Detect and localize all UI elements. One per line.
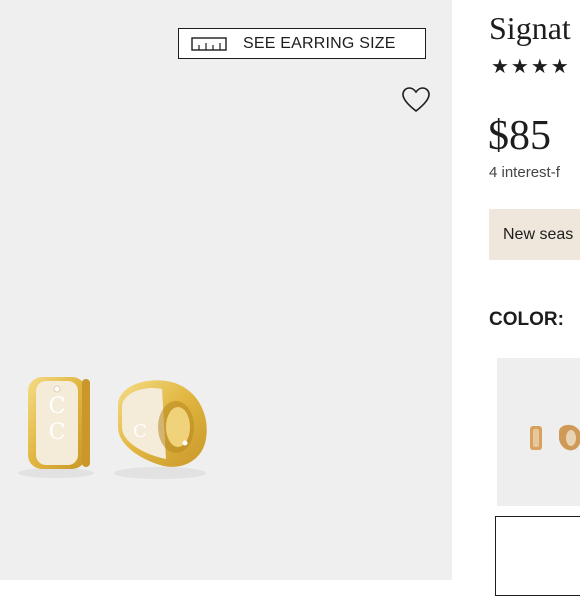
product-image-gallery: SEE EARRING SIZE C C C [0, 0, 452, 580]
promo-banner: New seas [489, 209, 580, 260]
svg-text:C: C [133, 421, 147, 442]
promo-text: New seas [503, 225, 574, 243]
wishlist-heart-icon[interactable] [401, 86, 431, 114]
see-earring-size-button[interactable]: SEE EARRING SIZE [178, 28, 426, 59]
product-title: Signat [489, 10, 571, 46]
installment-text[interactable]: 4 interest-f [489, 164, 560, 181]
rating-stars[interactable]: ★★★★ [491, 54, 571, 79]
color-swatch[interactable] [497, 358, 580, 506]
svg-text:C: C [49, 420, 66, 445]
earrings-product-image[interactable]: C C C [10, 365, 220, 490]
svg-text:C: C [49, 394, 66, 419]
see-earring-size-label: SEE EARRING SIZE [243, 34, 396, 52]
color-label: COLOR: [489, 309, 564, 330]
product-price: $85 [488, 113, 551, 159]
color-swatch-selected[interactable] [495, 516, 580, 596]
ruler-icon [191, 36, 227, 51]
